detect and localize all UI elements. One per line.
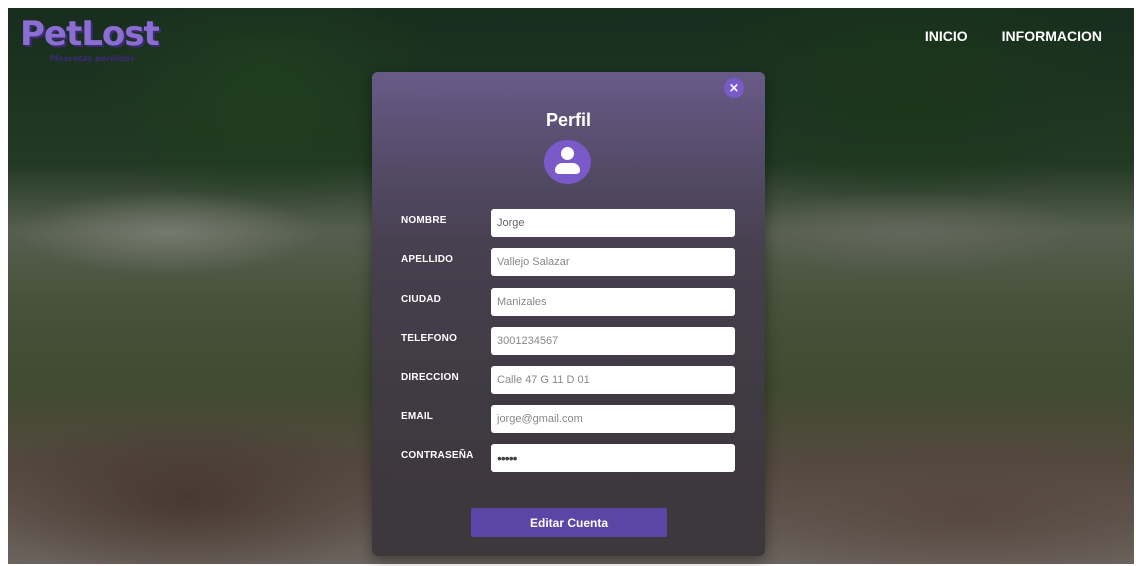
profile-modal: × Perfil NOMBRE APELLIDO CIUDAD TELEFONO…: [372, 72, 765, 556]
contrasena-input[interactable]: [491, 444, 735, 472]
field-row-email: EMAIL: [372, 405, 765, 433]
field-row-direccion: DIRECCION: [372, 366, 765, 394]
email-label: EMAIL: [401, 411, 434, 422]
contrasena-label: CONTRASEÑA: [401, 450, 474, 461]
telefono-label: TELEFONO: [401, 333, 458, 344]
petlost-logo[interactable]: PetLost Mascotas perdidas: [20, 14, 160, 63]
modal-title: Perfil: [545, 110, 592, 130]
field-row-contrasena: CONTRASEÑA: [372, 444, 765, 472]
telefono-input[interactable]: [491, 327, 735, 355]
field-row-ciudad: CIUDAD: [372, 288, 765, 316]
field-row-nombre: NOMBRE: [372, 209, 765, 237]
apellido-input[interactable]: [491, 248, 735, 276]
field-row-telefono: TELEFONO: [372, 327, 765, 355]
apellido-label: APELLIDO: [401, 254, 454, 265]
nav-inicio[interactable]: INICIO: [925, 28, 968, 44]
field-row-apellido: APELLIDO: [372, 248, 765, 276]
close-icon[interactable]: ×: [724, 78, 744, 98]
logo-text: PetLost: [20, 14, 160, 54]
user-icon-head: [561, 147, 574, 160]
direccion-input[interactable]: [491, 366, 735, 394]
ciudad-input[interactable]: [491, 288, 735, 316]
direccion-label: DIRECCION: [401, 372, 459, 383]
nombre-label: NOMBRE: [401, 215, 447, 226]
user-icon: [544, 140, 591, 184]
logo-tagline: Mascotas perdidas: [50, 54, 135, 63]
email-input[interactable]: [491, 405, 735, 433]
nombre-input[interactable]: [491, 209, 735, 237]
user-icon-body: [555, 163, 580, 174]
editar-cuenta-button[interactable]: Editar Cuenta: [471, 508, 667, 537]
top-nav: INICIO INFORMACION: [925, 28, 1102, 44]
ciudad-label: CIUDAD: [401, 294, 442, 305]
nav-informacion[interactable]: INFORMACION: [1002, 28, 1102, 44]
